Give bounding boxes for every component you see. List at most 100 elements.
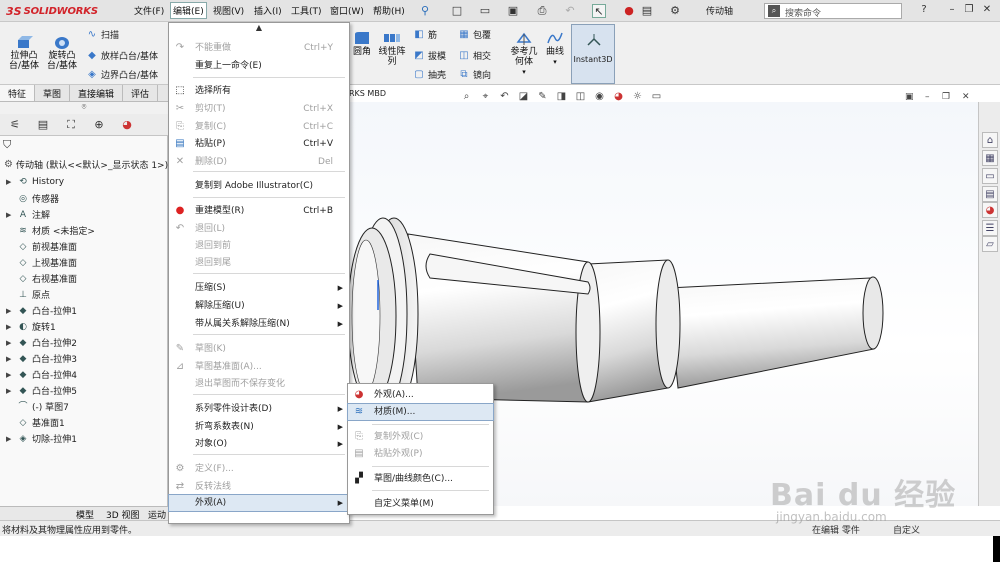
expand-arrow-icon[interactable]: ▶ <box>6 387 14 395</box>
file-properties-icon[interactable]: ▤ <box>640 4 654 18</box>
intersect-button[interactable]: ◫ 相交 <box>458 49 491 63</box>
appearance-submenu-item[interactable]: ◕ 外观(A)... <box>348 387 493 403</box>
tree-item[interactable]: ▶ ◆ 凸台-拉伸1 <box>6 304 77 318</box>
options-gear-icon[interactable]: ⚙ <box>668 4 682 18</box>
zoom-area-icon[interactable]: ⌖ <box>479 90 492 103</box>
edit-menu-item[interactable]: 压缩(S) ▶ <box>169 280 349 296</box>
property-manager-tab-icon[interactable]: ▤ <box>32 117 54 133</box>
save-icon[interactable]: ▣ <box>506 4 520 18</box>
tab-features[interactable]: 特征 <box>0 85 36 101</box>
viewport-tile-icon[interactable]: ▣ <box>905 92 914 102</box>
reference-geometry-button[interactable]: 参考几 何体 ▾ <box>507 30 541 77</box>
expand-arrow-icon[interactable]: ▶ <box>6 178 14 186</box>
tree-item[interactable]: ▶ ◆ 凸台-拉伸5 <box>6 384 77 398</box>
tree-item[interactable]: ◇ 上视基准面 <box>6 256 77 270</box>
edit-menu-item[interactable]: 重复上一命令(E) <box>169 58 349 74</box>
tree-item[interactable]: ⌒ (-) 草图7 <box>6 400 68 414</box>
undo-icon[interactable]: ↶ <box>563 4 577 18</box>
search-commands-input[interactable]: ⌕ 搜索命令 <box>764 3 902 19</box>
menu-insert[interactable]: 插入(I) <box>254 4 282 17</box>
restore-button[interactable]: ❐ <box>962 3 976 17</box>
edit-menu-item[interactable]: 折弯系数表(N) ▶ <box>169 419 349 435</box>
appearance-submenu-item[interactable]: ≋ 材质(M)... <box>347 403 494 421</box>
minimize-button[interactable]: – <box>945 3 959 17</box>
traffic-light-icon[interactable]: ● <box>622 4 636 18</box>
tree-item[interactable]: ▶ ◆ 凸台-拉伸2 <box>6 336 77 350</box>
tree-item[interactable]: ▶ ◆ 凸台-拉伸3 <box>6 352 77 366</box>
tree-item[interactable]: ▶ ⟲ History <box>6 176 64 188</box>
expand-arrow-icon[interactable]: ▶ <box>6 371 14 379</box>
view-orientation-icon[interactable]: ◨ <box>555 90 568 103</box>
mirror-button[interactable]: ⧉ 镜向 <box>458 68 491 82</box>
edit-menu-item[interactable]: 带从属关系解除压缩(N) ▶ <box>169 316 349 332</box>
edit-menu-item[interactable]: 系列零件设计表(D) ▶ <box>169 401 349 417</box>
tab-mbd[interactable]: RKS MBD <box>349 89 386 98</box>
dimxpert-tab-icon[interactable]: ⊕ <box>88 117 110 133</box>
boundary-button[interactable]: ◈ 边界凸台/基体 <box>86 68 158 82</box>
dynamic-annotation-icon[interactable]: ✎ <box>536 90 549 103</box>
viewport-restore-icon[interactable]: ❐ <box>942 92 950 102</box>
tree-item[interactable]: ▶ A 注解 <box>6 208 50 222</box>
help-question-icon[interactable]: ? <box>917 3 931 17</box>
feature-tree-tab-icon[interactable]: ⚟ <box>4 117 26 133</box>
resources-home-icon[interactable]: ⌂ <box>982 132 998 148</box>
menu-file[interactable]: 文件(F) <box>134 4 164 17</box>
fillet-button[interactable]: 圆角 <box>351 30 373 57</box>
expand-arrow-icon[interactable]: ▶ <box>6 211 14 219</box>
tree-item[interactable]: ◇ 基准面1 <box>6 416 65 430</box>
tree-item[interactable]: ▶ ◈ 切除-拉伸1 <box>6 432 77 446</box>
configuration-tab-icon[interactable]: ⛶ <box>60 117 82 133</box>
tree-item[interactable]: ▶ ◐ 旋转1 <box>6 320 56 334</box>
extrude-boss-button[interactable]: 拉伸凸 台/基体 <box>6 34 42 71</box>
expand-arrow-icon[interactable]: ▶ <box>6 435 14 443</box>
zoom-to-fit-icon[interactable]: ⌕ <box>460 90 473 103</box>
revolve-boss-button[interactable]: 旋转凸 台/基体 <box>44 34 80 71</box>
filter-icon[interactable]: ⛉ <box>3 138 11 152</box>
section-view-icon[interactable]: ◪ <box>517 90 530 103</box>
curves-button[interactable]: 曲线 ▾ <box>543 30 567 67</box>
edit-menu-item[interactable]: 解除压缩(U) ▶ <box>169 298 349 314</box>
viewport-minimize-icon[interactable]: – <box>925 92 930 102</box>
display-style-icon[interactable]: ◫ <box>574 90 587 103</box>
select-arrow-icon[interactable]: ↖ <box>592 4 606 18</box>
edit-menu-item[interactable]: ▤ 粘贴(P) Ctrl+V <box>169 136 349 152</box>
custom-properties-icon[interactable]: ☰ <box>982 220 998 236</box>
view-palette-icon[interactable]: ▤ <box>982 186 998 202</box>
tree-item[interactable]: ≋ 材质 <未指定> <box>6 224 95 238</box>
edit-menu-item[interactable]: ⬚ 选择所有 <box>169 83 349 99</box>
menu-edit[interactable]: 编辑(E) <box>170 2 207 19</box>
menu-window[interactable]: 窗口(W) <box>330 4 364 17</box>
menu-view[interactable]: 视图(V) <box>213 4 244 17</box>
tab-sketch[interactable]: 草图 <box>35 85 71 101</box>
curves-dropdown-icon[interactable]: ▾ <box>543 57 567 67</box>
menu-tools[interactable]: 工具(T) <box>291 4 322 17</box>
expand-arrow-icon[interactable]: ▶ <box>6 339 14 347</box>
status-units[interactable]: 自定义 <box>893 523 920 536</box>
forum-icon[interactable]: ▱ <box>982 236 998 252</box>
hide-show-items-icon[interactable]: ◉ <box>593 90 606 103</box>
view-settings-icon[interactable]: ▭ <box>650 90 663 103</box>
previous-view-icon[interactable]: ↶ <box>498 90 511 103</box>
edit-menu-item[interactable]: 外观(A) ▶ <box>168 494 350 512</box>
edit-menu-item[interactable]: 复制到 Adobe Illustrator(C) <box>169 178 349 194</box>
tab-direct-edit[interactable]: 直接编辑 <box>70 85 124 101</box>
design-library-icon[interactable]: ▦ <box>982 150 998 166</box>
tree-item[interactable]: ◎ 传感器 <box>6 192 59 206</box>
draft-button[interactable]: ◩ 拔模 <box>413 49 446 63</box>
reference-geometry-dropdown-icon[interactable]: ▾ <box>507 67 541 77</box>
appearance-submenu-item[interactable]: 自定义菜单(M) <box>348 496 493 512</box>
expand-arrow-icon[interactable]: ▶ <box>6 355 14 363</box>
shell-button[interactable]: ▢ 抽壳 <box>413 68 446 82</box>
appearances-icon[interactable]: ◕ <box>982 202 998 218</box>
instant3d-button[interactable]: Instant3D <box>571 24 615 84</box>
sweep-button[interactable]: ∿ 扫描 <box>86 28 119 42</box>
pin-icon[interactable]: ⚲ <box>418 4 432 18</box>
file-explorer-icon[interactable]: ▭ <box>982 168 998 184</box>
feature-tree-root[interactable]: ⚙ 传动轴 (默认<<默认>_显示状态 1>) <box>4 158 168 171</box>
tree-item[interactable]: ◇ 前视基准面 <box>6 240 77 254</box>
apply-scene-icon[interactable]: ☼ <box>631 90 644 103</box>
appearance-submenu-item[interactable]: ▞ 草图/曲线颜色(C)... <box>348 471 493 487</box>
menu-help[interactable]: 帮助(H) <box>373 4 405 17</box>
loft-button[interactable]: ◆ 放样凸台/基体 <box>86 49 158 63</box>
new-document-icon[interactable]: □ <box>450 4 464 18</box>
